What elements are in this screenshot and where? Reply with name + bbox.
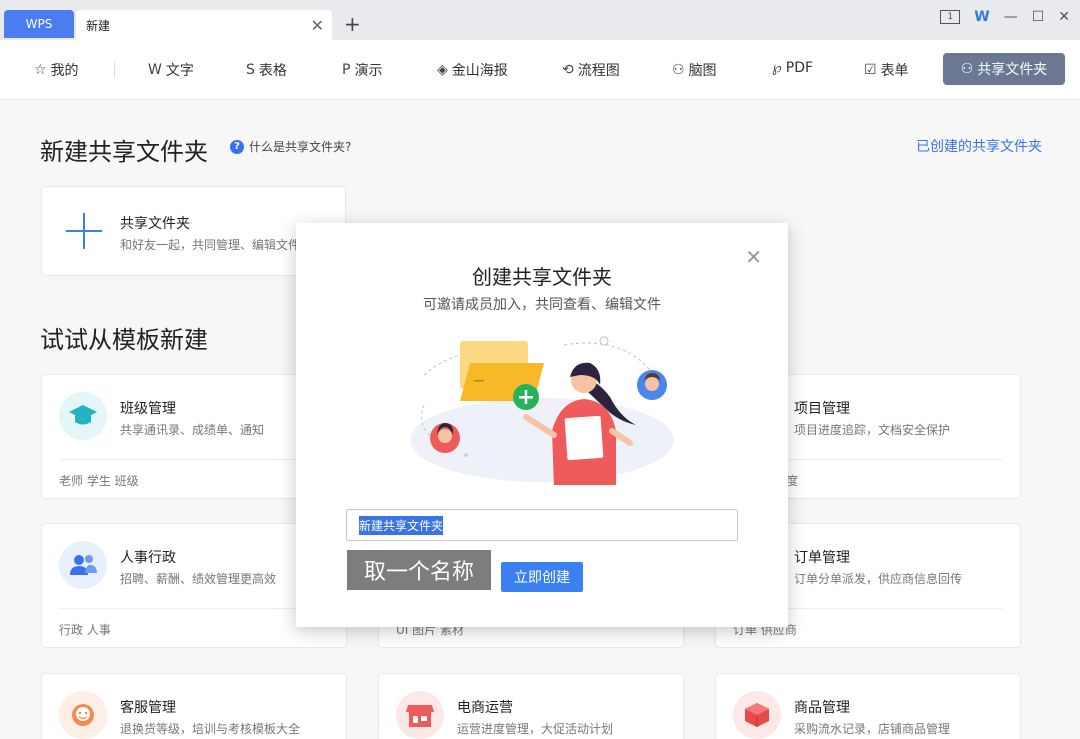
nav-label: 脑图 <box>688 63 717 79</box>
headset-icon <box>59 691 107 739</box>
card-tags: 行政 人事 <box>59 623 111 637</box>
card-subtitle: 订单分单派发，供应商信息回传 <box>794 572 963 586</box>
nav-item-shared-folder[interactable]: ⚇ 共享文件夹 <box>943 53 1065 85</box>
add-tab-icon[interactable]: + <box>344 12 361 36</box>
nav-item-form[interactable]: ☑ 表单 <box>864 60 909 80</box>
card-title: 订单管理 <box>794 550 850 566</box>
card-title: 电商运营 <box>457 700 513 716</box>
poster-icon: ◈ <box>437 62 448 78</box>
shop-icon <box>396 691 444 739</box>
template-card-service[interactable]: 客服管理 退换货等级，培训与考核模板大全 <box>41 673 347 739</box>
divider <box>59 608 329 609</box>
nav-label: 文字 <box>165 63 194 79</box>
box-icon <box>733 691 781 739</box>
tab-count-icon[interactable]: 1 <box>940 10 961 24</box>
name-tooltip: 取一个名称 <box>347 550 491 590</box>
nav-label: 演示 <box>354 63 383 79</box>
card-title: 客服管理 <box>120 700 176 716</box>
templates-title: 试试从模板新建 <box>40 326 208 354</box>
template-card-ecommerce[interactable]: 电商运营 运营进度管理，大促活动计划 <box>378 673 684 739</box>
card-subtitle: 共享通讯录、成绩单、通知 <box>120 423 265 437</box>
card-subtitle: 项目进度追踪，文档安全保护 <box>794 423 951 437</box>
nav-label: 共享文件夹 <box>977 62 1048 78</box>
card-subtitle: 退换货等级，培训与考核模板大全 <box>120 722 301 736</box>
shared-folder-icon: ⚇ <box>960 61 974 77</box>
pdf-icon: ℘ <box>772 60 782 76</box>
folder-name-value: 新建共享文件夹 <box>359 515 444 535</box>
slides-icon: P <box>342 62 351 78</box>
title-bar: WPS 新建 ✕ + 1 W — ☐ ✕ <box>0 0 1080 40</box>
nav-item-sheet[interactable]: S 表格 <box>246 60 287 80</box>
page-title: 新建共享文件夹 <box>40 138 208 166</box>
maximize-icon[interactable]: ☐ <box>1032 9 1045 25</box>
dialog-subtitle: 可邀请成员加入，共同查看、编辑文件 <box>423 297 661 313</box>
form-icon: ☑ <box>864 62 877 78</box>
graduation-cap-icon <box>59 392 107 440</box>
card-title: 人事行政 <box>120 550 176 566</box>
flowchart-icon: ⟲ <box>562 62 574 78</box>
card-title: 共享文件夹 <box>120 216 190 232</box>
help-link[interactable]: ? 什么是共享文件夹? <box>230 138 351 155</box>
wps-logo-icon[interactable]: W <box>974 9 989 25</box>
created-folders-link[interactable]: 已创建的共享文件夹 <box>916 136 1042 156</box>
card-title: 项目管理 <box>794 401 850 417</box>
nav-label: 我的 <box>50 63 79 79</box>
folder-name-input[interactable]: 新建共享文件夹 <box>346 509 738 541</box>
tab-wps[interactable]: WPS <box>4 10 74 38</box>
card-subtitle: 运营进度管理，大促活动计划 <box>457 722 614 736</box>
card-subtitle: 招聘、薪酬、绩效管理更高效 <box>120 572 277 586</box>
divider <box>59 459 329 460</box>
nav-label: 流程图 <box>577 63 620 79</box>
help-label: 什么是共享文件夹? <box>249 140 352 154</box>
nav-item-slides[interactable]: P 演示 <box>342 60 382 80</box>
sheet-icon: S <box>246 62 255 78</box>
top-nav: ☆ 我的 W 文字 S 表格 P 演示 ◈ 金山海报 ⟲ 流程图 ⚇ 脑图 ℘ … <box>0 40 1080 100</box>
nav-divider <box>114 62 115 78</box>
card-title: 班级管理 <box>120 401 176 417</box>
writer-icon: W <box>148 62 162 78</box>
card-title: 商品管理 <box>794 700 850 716</box>
nav-item-mindmap[interactable]: ⚇ 脑图 <box>672 60 717 80</box>
card-tags: 老师 学生 班级 <box>59 474 139 488</box>
minimize-icon[interactable]: — <box>1004 9 1018 25</box>
close-icon[interactable]: ✕ <box>311 16 324 35</box>
window-controls: 1 W — ☐ ✕ <box>940 9 1070 25</box>
nav-item-poster[interactable]: ◈ 金山海报 <box>437 60 508 80</box>
nav-label: 表单 <box>880 63 909 79</box>
create-now-button[interactable]: 立即创建 <box>501 562 583 592</box>
question-icon: ? <box>230 139 244 154</box>
plus-icon <box>66 213 102 249</box>
star-icon: ☆ <box>34 62 47 78</box>
dialog-title: 创建共享文件夹 <box>472 265 612 289</box>
nav-item-mine[interactable]: ☆ 我的 <box>34 60 79 80</box>
template-card-product[interactable]: 商品管理 采购流水记录，店铺商品管理 <box>715 673 1021 739</box>
people-icon <box>59 541 107 589</box>
mindmap-icon: ⚇ <box>672 62 685 78</box>
tab-new-doc[interactable]: 新建 ✕ <box>76 10 332 40</box>
window-close-icon[interactable]: ✕ <box>1058 9 1070 25</box>
collaboration-illustration <box>410 336 674 485</box>
nav-item-flowchart[interactable]: ⟲ 流程图 <box>562 60 620 80</box>
card-subtitle: 采购流水记录，店铺商品管理 <box>794 722 951 736</box>
nav-label: PDF <box>785 60 814 76</box>
create-shared-folder-dialog: ✕ 创建共享文件夹 可邀请成员加入，共同查看、编辑文件 新建共享文件夹 取一个名… <box>296 223 788 627</box>
nav-item-writer[interactable]: W 文字 <box>148 60 194 80</box>
nav-label: 表格 <box>258 63 287 79</box>
nav-item-pdf[interactable]: ℘ PDF <box>772 60 813 76</box>
tab-new-doc-label: 新建 <box>86 18 111 33</box>
nav-label: 金山海报 <box>451 63 508 79</box>
